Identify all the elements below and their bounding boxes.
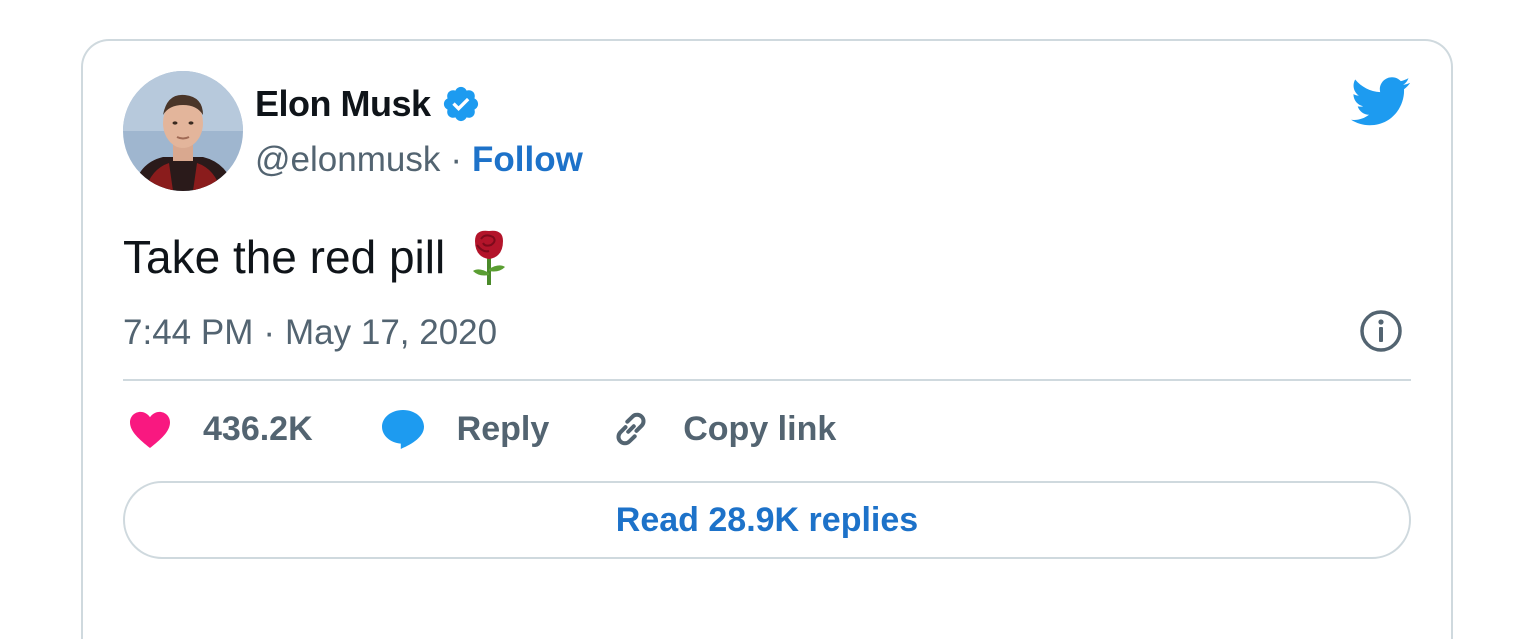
separator-dot: · bbox=[263, 313, 276, 352]
tweet-date: May 17, 2020 bbox=[285, 313, 498, 352]
author-name-row: Elon Musk bbox=[255, 83, 481, 125]
info-icon[interactable] bbox=[1359, 309, 1403, 353]
reply-label: Reply bbox=[456, 409, 550, 448]
avatar-photo bbox=[123, 71, 243, 191]
author-handle-row: @elonmusk · Follow bbox=[255, 140, 583, 180]
like-button[interactable]: 436.2K bbox=[127, 409, 313, 449]
tweet-timestamp[interactable]: 7:44 PM · May 17, 2020 bbox=[123, 313, 497, 353]
read-replies-button[interactable]: Read 28.9K replies bbox=[123, 481, 1411, 559]
reply-button[interactable]: Reply bbox=[379, 408, 550, 450]
reply-bubble-icon bbox=[381, 410, 424, 449]
verified-badge-icon bbox=[441, 84, 481, 124]
copy-link-label: Copy link bbox=[683, 409, 837, 448]
read-replies-label: Read 28.9K replies bbox=[615, 500, 919, 539]
author-handle[interactable]: @elonmusk bbox=[255, 140, 440, 180]
tweet-text: Take the red pill bbox=[123, 227, 513, 287]
tweet-body: Take the red pill bbox=[123, 231, 446, 283]
link-icon bbox=[616, 412, 646, 446]
heart-icon bbox=[130, 411, 170, 449]
tweet-embed-card: Elon Musk @elonmusk · Follow Take the re… bbox=[81, 39, 1453, 639]
copy-link-button[interactable]: Copy link bbox=[609, 407, 836, 451]
twitter-bird-icon[interactable] bbox=[1351, 77, 1411, 127]
follow-link[interactable]: Follow bbox=[472, 140, 583, 180]
avatar[interactable] bbox=[123, 71, 243, 191]
likes-count: 436.2K bbox=[203, 409, 313, 448]
divider bbox=[123, 379, 1411, 381]
author-display-name[interactable]: Elon Musk bbox=[255, 83, 431, 125]
tweet-actions: 436.2K Reply Copy link bbox=[127, 407, 836, 451]
separator-dot: · bbox=[450, 140, 462, 179]
tweet-time: 7:44 PM bbox=[123, 313, 254, 352]
rose-icon bbox=[465, 227, 513, 287]
